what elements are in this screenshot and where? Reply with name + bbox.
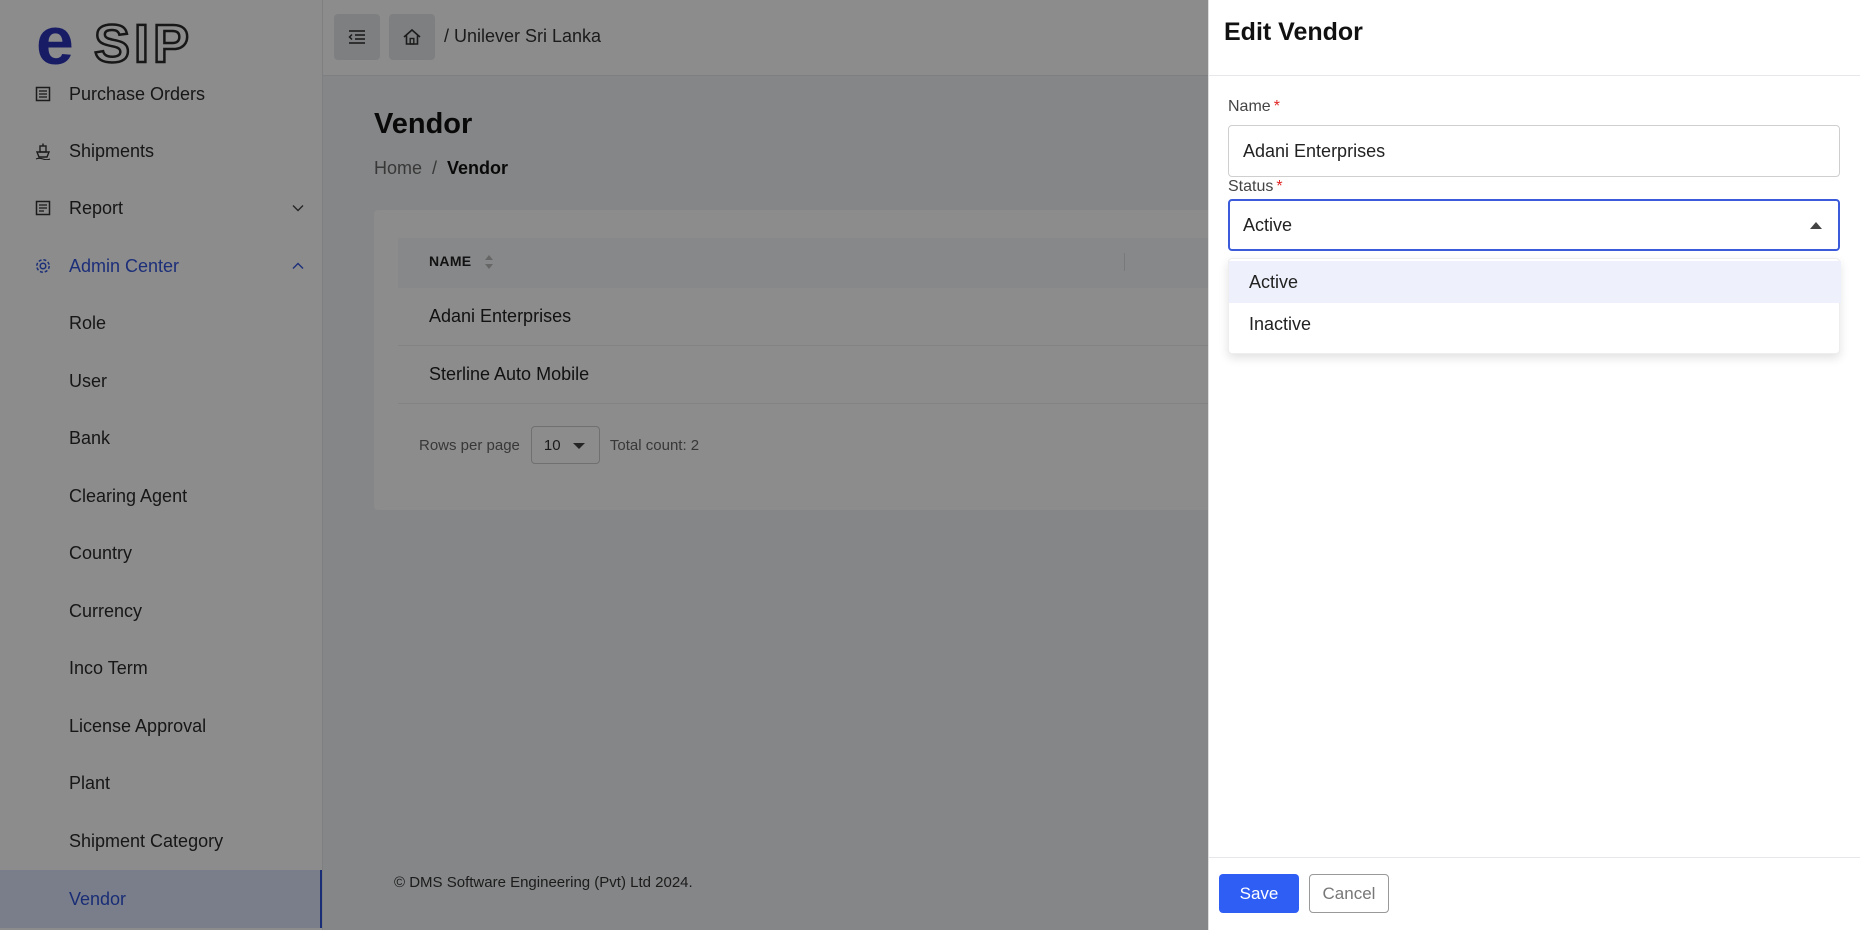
modal-backdrop[interactable] [0, 0, 1208, 930]
divider [1209, 857, 1860, 858]
status-selected-value: Active [1243, 214, 1293, 235]
status-select[interactable]: Active [1228, 199, 1840, 251]
status-label-text: Status [1228, 178, 1274, 195]
status-dropdown-menu: Active Inactive [1228, 258, 1841, 354]
required-marker: * [1276, 178, 1283, 195]
status-field-label: Status * [1228, 178, 1283, 196]
caret-up-icon [1810, 222, 1822, 229]
divider [1209, 75, 1860, 76]
status-option-active[interactable]: Active [1229, 261, 1841, 303]
save-button[interactable]: Save [1219, 874, 1299, 913]
name-field[interactable] [1228, 125, 1840, 177]
edit-vendor-drawer: Edit Vendor Name* Status* Active Active … [1208, 0, 1860, 930]
cancel-button[interactable]: Cancel [1309, 874, 1389, 913]
drawer-title: Edit Vendor [1224, 18, 1363, 46]
name-field-label: Name * [1228, 98, 1280, 116]
status-option-inactive[interactable]: Inactive [1229, 303, 1841, 345]
name-label-text: Name [1228, 98, 1271, 115]
required-marker: * [1273, 98, 1280, 115]
